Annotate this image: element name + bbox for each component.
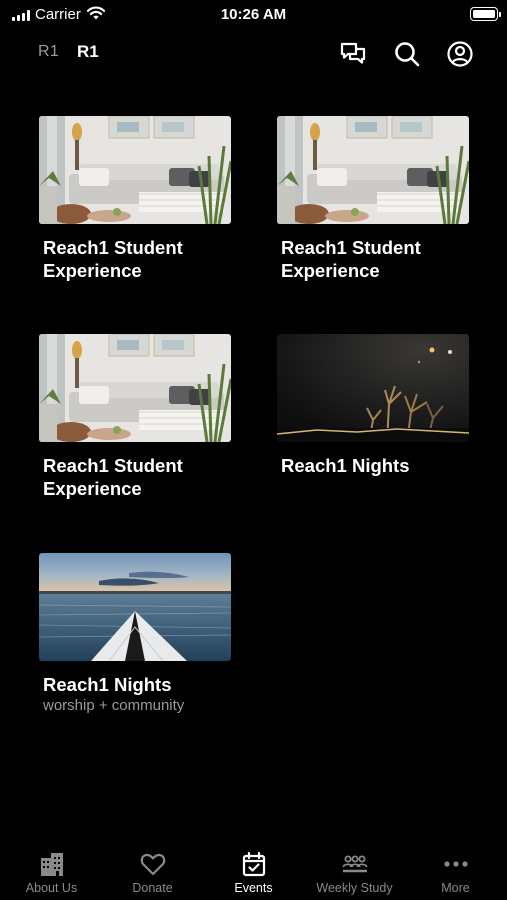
- event-card[interactable]: Reach1 Student Experience: [277, 116, 469, 282]
- heart-icon: [140, 853, 165, 876]
- tab-label: Donate: [132, 881, 173, 895]
- chat-icon[interactable]: [339, 40, 367, 68]
- living-room-photo: [277, 116, 469, 224]
- tab-about-us[interactable]: About Us: [1, 842, 102, 900]
- event-card[interactable]: Reach1 Student Experience: [39, 334, 231, 500]
- tab-label: Events: [234, 881, 273, 895]
- battery-icon: [470, 7, 501, 21]
- status-time: 10:26 AM: [220, 6, 287, 23]
- card-title: Reach1 Student Experience: [43, 455, 183, 499]
- tab-donate[interactable]: Donate: [102, 842, 203, 900]
- status-bar: Carrier 10:26 AM: [0, 0, 507, 30]
- living-room-photo: [39, 116, 231, 224]
- calendar-icon: [242, 851, 265, 877]
- tab-weekly-study[interactable]: Weekly Study: [304, 842, 405, 900]
- tab-more[interactable]: More: [405, 842, 506, 900]
- tab-label: Weekly Study: [316, 881, 393, 895]
- card-title: Reach1 Nights: [43, 674, 172, 695]
- top-nav: R1 R1: [0, 36, 507, 70]
- tab-r1-inactive[interactable]: R1: [38, 43, 59, 61]
- tab-events[interactable]: Events: [203, 842, 304, 900]
- event-card[interactable]: Reach1 Student Experience: [39, 116, 231, 282]
- card-title: Reach1 Nights: [281, 455, 410, 476]
- concert-hands-photo: [277, 334, 469, 442]
- event-card[interactable]: Reach1 Nights: [277, 334, 469, 477]
- bottom-tab-bar: About Us Donate Events Weekly Study More: [0, 842, 507, 900]
- profile-icon[interactable]: [446, 40, 474, 68]
- card-title: Reach1 Student Experience: [43, 237, 183, 281]
- card-subtitle: worship + community: [43, 697, 185, 714]
- tab-label: More: [441, 881, 470, 895]
- event-card[interactable]: Reach1 Nights worship + community: [39, 553, 231, 714]
- more-icon: [443, 861, 468, 867]
- kayak-lake-photo: [39, 553, 231, 661]
- living-room-photo: [39, 334, 231, 442]
- search-icon[interactable]: [393, 40, 421, 68]
- tab-r1-active[interactable]: R1: [77, 42, 99, 62]
- building-icon: [40, 853, 63, 876]
- card-title: Reach1 Student Experience: [281, 237, 421, 281]
- group-icon: [342, 855, 367, 873]
- tab-label: About Us: [25, 881, 78, 895]
